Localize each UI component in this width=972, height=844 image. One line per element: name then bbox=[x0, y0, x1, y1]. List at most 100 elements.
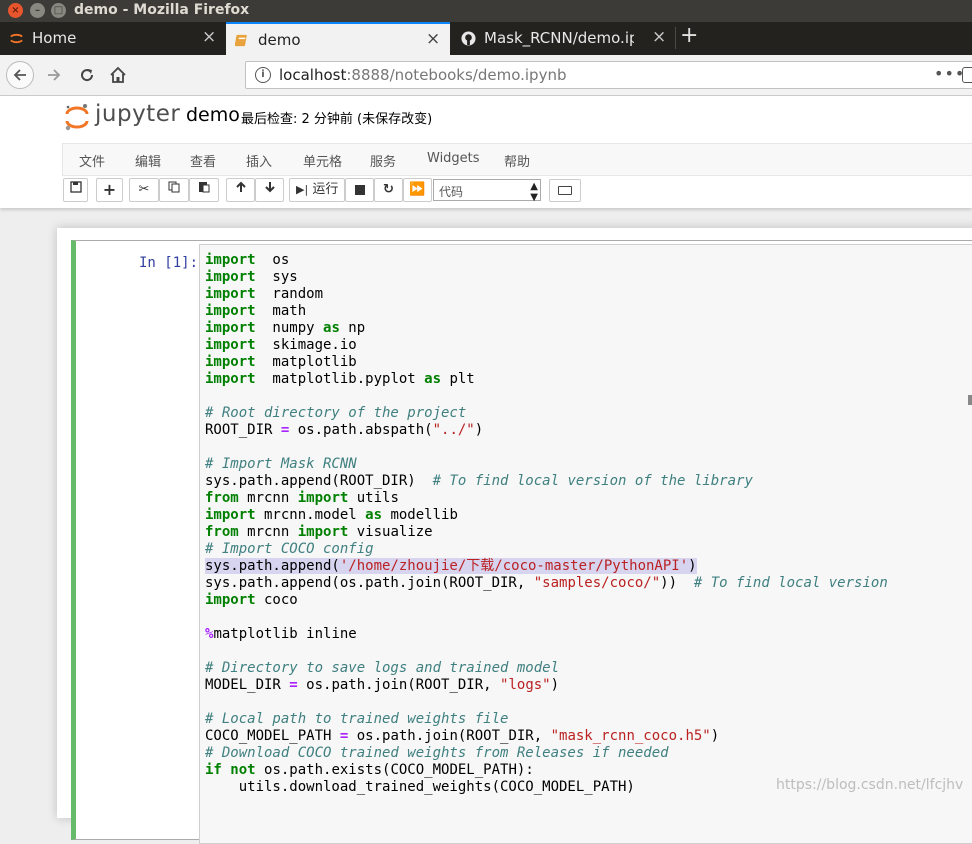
save-button[interactable] bbox=[63, 178, 88, 202]
window-maximize-button[interactable]: □ bbox=[51, 3, 66, 18]
window-close-button[interactable]: × bbox=[8, 3, 23, 18]
reload-icon bbox=[81, 69, 94, 82]
window-titlebar: × – □ demo - Mozilla Firefox bbox=[0, 0, 972, 22]
code-token: np bbox=[339, 320, 366, 336]
cell-type-value: 代码 bbox=[439, 185, 464, 199]
reload-button[interactable] bbox=[73, 61, 101, 89]
notebook-name[interactable]: demo bbox=[186, 104, 240, 126]
code-token: import bbox=[297, 524, 349, 540]
code-token: ) bbox=[710, 728, 720, 744]
insert-cell-button[interactable]: + bbox=[96, 178, 123, 202]
new-tab-button[interactable]: + bbox=[680, 23, 698, 48]
window-minimize-button[interactable]: – bbox=[30, 3, 45, 18]
code-editor[interactable]: import os import sys import random import m… bbox=[199, 244, 972, 844]
code-token: os.path.join(ROOT_DIR, bbox=[348, 728, 551, 744]
code-line: # Import Mask RCNN bbox=[205, 456, 888, 473]
menu-cell[interactable]: 单元格 bbox=[303, 151, 342, 170]
url-path: :8888/notebooks/demo.ipynb bbox=[346, 66, 567, 84]
code-token: visualize bbox=[348, 524, 433, 540]
move-up-button[interactable] bbox=[226, 178, 255, 202]
menu-file[interactable]: 文件 bbox=[79, 151, 105, 170]
code-cell[interactable]: In [1]: import os import sys import random… bbox=[71, 240, 972, 844]
code-token: # To find local version bbox=[693, 575, 888, 591]
code-token: ) bbox=[550, 677, 560, 693]
save-icon bbox=[69, 181, 82, 193]
select-arrows-icon: ▲ ▼ bbox=[530, 181, 538, 203]
run-label: 运行 bbox=[312, 182, 339, 197]
menu-kernel[interactable]: 服务 bbox=[370, 151, 396, 170]
code-token: )) bbox=[660, 575, 694, 591]
code-token: sys.path.append( bbox=[205, 558, 340, 574]
menu-edit[interactable]: 编辑 bbox=[135, 151, 161, 170]
cut-button[interactable]: ✂ bbox=[129, 178, 159, 202]
tab-close-icon[interactable]: × bbox=[426, 29, 440, 49]
copy-button[interactable] bbox=[159, 178, 189, 202]
tab-close-icon[interactable]: × bbox=[202, 27, 216, 47]
code-line: import random bbox=[205, 286, 888, 303]
run-button[interactable]: ▶| 运行 bbox=[289, 178, 345, 202]
url-bar[interactable]: i localhost:8888/notebooks/demo.ipynb ••… bbox=[245, 61, 972, 89]
notebook-container: In [1]: import os import sys import random… bbox=[57, 228, 972, 844]
restart-kernel-button[interactable]: ↻ bbox=[374, 178, 403, 202]
code-token: import bbox=[205, 252, 256, 268]
code-token: plt bbox=[441, 371, 475, 387]
code-token: import bbox=[205, 286, 256, 302]
menu-help[interactable]: 帮助 bbox=[504, 151, 530, 170]
code-line: import mrcnn.model as modellib bbox=[205, 507, 888, 524]
back-button[interactable] bbox=[6, 61, 34, 89]
code-line: import skimage.io bbox=[205, 337, 888, 354]
code-token: os.path.abspath( bbox=[289, 422, 433, 438]
command-palette-button[interactable] bbox=[549, 179, 581, 202]
code-line: %matplotlib inline bbox=[205, 626, 888, 643]
menu-view[interactable]: 查看 bbox=[190, 151, 216, 170]
code-token: import bbox=[205, 371, 256, 387]
cell-type-select[interactable]: 代码 ▲ ▼ bbox=[433, 179, 541, 203]
watermark: https://blog.csdn.net/lfcjhv bbox=[776, 777, 964, 793]
tab-demo[interactable]: demo × bbox=[226, 22, 450, 55]
restart-run-all-button[interactable]: ⏩ bbox=[403, 178, 432, 202]
code-token: '/home/zhoujie/下载/coco-master/PythonAPI' bbox=[339, 558, 689, 574]
code-token: ROOT_DIR bbox=[205, 422, 281, 438]
code-token: "mask_rcnn_coco.h5" bbox=[550, 728, 711, 744]
code-token: os bbox=[255, 252, 290, 268]
code-line: sys.path.append(ROOT_DIR) # To find loca… bbox=[205, 473, 888, 490]
code-token: # Download COCO trained weights from Rel… bbox=[205, 745, 669, 761]
code-line: import coco bbox=[205, 592, 888, 609]
menu-widgets[interactable]: Widgets bbox=[427, 151, 480, 166]
page-actions-icon[interactable]: ••• bbox=[934, 64, 965, 83]
code-line: COCO_MODEL_PATH = os.path.join(ROOT_DIR,… bbox=[205, 728, 888, 745]
code-token: MODEL_DIR bbox=[205, 677, 290, 693]
jupyter-logo-text[interactable]: jupyter bbox=[95, 101, 180, 127]
stop-icon bbox=[354, 185, 365, 195]
jupyter-logo-icon[interactable] bbox=[64, 103, 90, 131]
code-token: matplotlib.pyplot bbox=[255, 371, 425, 387]
home-button[interactable] bbox=[104, 61, 132, 89]
paste-button[interactable] bbox=[189, 178, 219, 202]
code-token: random bbox=[255, 286, 324, 302]
tab-home[interactable]: Home × bbox=[0, 22, 224, 55]
notebook-menubar: 文件 编辑 查看 插入 单元格 服务 Widgets 帮助 bbox=[62, 143, 972, 176]
tab-label: Mask_RCNN/demo.ipynb bbox=[484, 29, 634, 47]
code-line: import numpy as np bbox=[205, 320, 888, 337]
forward-button[interactable] bbox=[40, 61, 68, 89]
jupyter-icon bbox=[10, 33, 23, 44]
code-token: sys bbox=[255, 269, 298, 285]
site-info-icon[interactable]: i bbox=[255, 67, 271, 83]
interrupt-kernel-button[interactable] bbox=[345, 178, 374, 202]
move-down-button[interactable] bbox=[255, 178, 284, 202]
refresh-icon: ↻ bbox=[383, 182, 394, 197]
menu-insert[interactable]: 插入 bbox=[246, 151, 272, 170]
cell-prompt: In [1]: bbox=[139, 255, 199, 271]
code-token: sys.path.append(os.path.join(ROOT_DIR, bbox=[205, 575, 534, 591]
code-line: import matplotlib bbox=[205, 354, 888, 371]
tab-github[interactable]: Mask_RCNN/demo.ipynb × bbox=[452, 22, 672, 55]
code-line: import matplotlib.pyplot as plt bbox=[205, 371, 888, 388]
code-token: not bbox=[230, 762, 256, 778]
tab-close-icon[interactable]: × bbox=[652, 27, 666, 47]
pocket-icon[interactable] bbox=[962, 67, 972, 83]
code-token: import bbox=[205, 354, 256, 370]
scissors-icon: ✂ bbox=[138, 182, 150, 197]
code-token: # Directory to save logs and trained mod… bbox=[205, 660, 560, 676]
